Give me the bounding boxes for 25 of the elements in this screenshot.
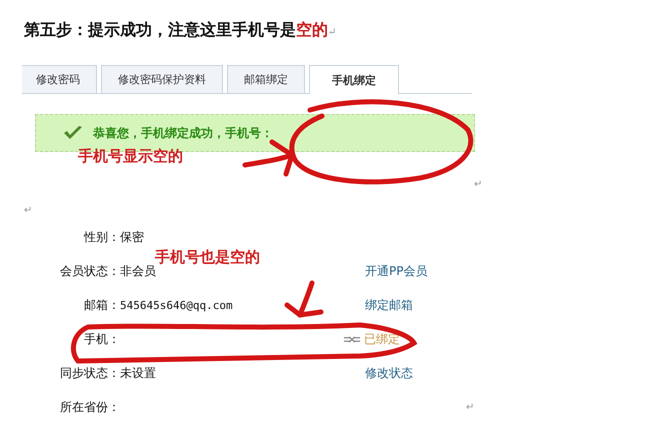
success-message: 恭喜您，手机绑定成功，手机号： [93,124,273,142]
action-link[interactable]: 修改状态 [365,364,413,382]
action-link[interactable]: 开通PP会员 [365,262,428,280]
field-value: 545645s646@qq.com [120,298,233,312]
field-label: 性别： [84,228,120,246]
paragraph-mark: ↵ [466,402,474,413]
field-label: 会员状态： [60,262,120,280]
field-label: 同步状态： [60,364,120,382]
field-value: 未设置 [120,364,156,382]
field-value: 保密 [120,228,144,246]
tab[interactable]: 修改密码 [22,65,97,93]
tab[interactable]: 修改密码保护资料 [101,65,223,93]
action-link[interactable]: 绑定邮箱 [365,296,413,314]
document-heading: 第五步：提示成功，注意这里手机号是空的↵ [23,19,338,41]
annotation-text: 手机号显示空的 [78,147,183,166]
field-label: 邮箱： [84,296,120,314]
annotation-text: 手机号也是空的 [155,248,260,266]
field-label: 手机： [84,330,120,348]
field-label: 所在省份： [60,398,120,416]
paragraph-mark: ↵ [24,205,32,216]
tab[interactable]: 手机绑定 [309,65,399,94]
tab[interactable]: 邮箱绑定 [227,65,305,93]
field-value: 非会员 [120,264,156,280]
bound-status: 已绑定 [364,330,400,348]
paragraph-mark: ↵ [474,179,482,190]
